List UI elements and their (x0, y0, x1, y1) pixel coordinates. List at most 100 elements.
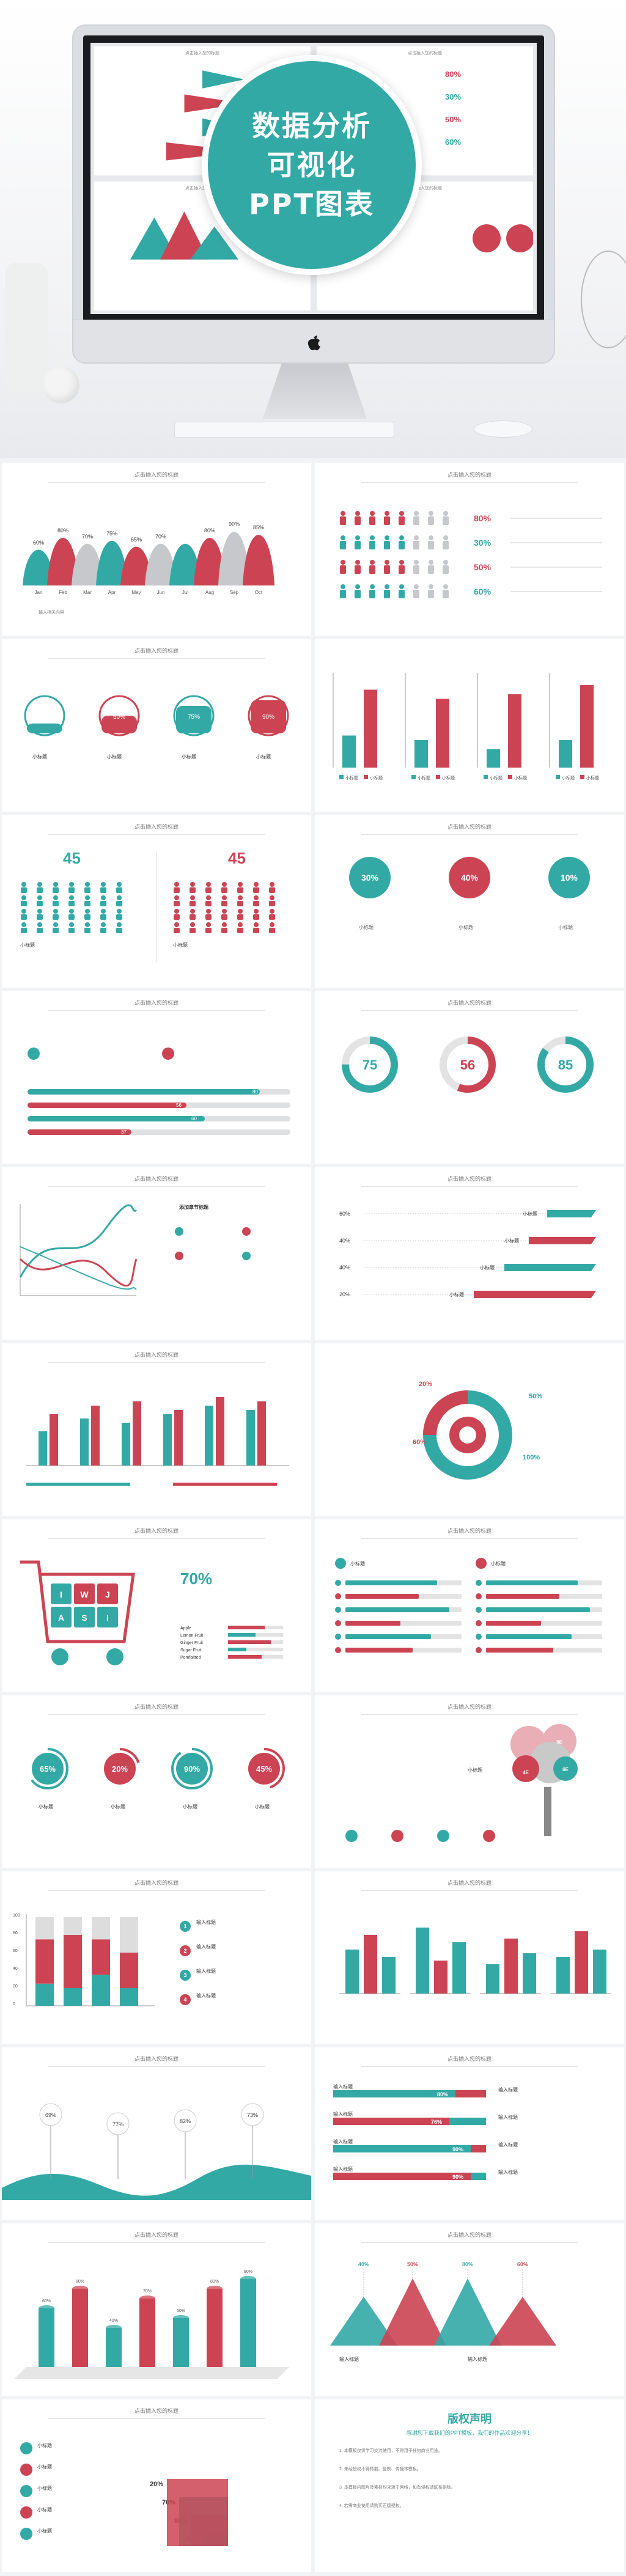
slide-double-progress[interactable]: 点击插入您的标题 小标题 小标题 (313, 1517, 626, 1693)
person-icon (221, 887, 227, 893)
slide-copyright[interactable]: 版权声明 感谢您下载我们的PPT模板，我们的作品欢迎分享！ 1. 本模板仅供学习… (313, 2398, 626, 2574)
person-icon (190, 887, 196, 893)
person-icon (399, 511, 404, 516)
data-label: 75% (106, 530, 117, 537)
bar-mark (92, 1975, 110, 2006)
bar-mark (559, 740, 572, 768)
box-letter: S (81, 1613, 87, 1623)
slide-title: 点击插入您的标题 (2, 1879, 311, 1891)
percent-label: 30% (39, 714, 51, 721)
sub-label: 小标题 (37, 2506, 52, 2512)
person-icon (370, 511, 375, 516)
person-icon (21, 887, 27, 893)
person-icon (100, 901, 106, 906)
slide-column-groups[interactable]: 点击插入您的标题 (313, 1870, 626, 2046)
person-icon (429, 560, 433, 565)
person-icon (69, 922, 74, 927)
wave-chart: 69% 77% 82% 73% (2, 2103, 311, 2200)
slide-gauge[interactable]: 20% 50% 60% 100% (313, 1341, 626, 1517)
bar-rest (64, 1917, 82, 1935)
data-label: 65% (131, 537, 142, 543)
percent-label: 40% (109, 2319, 118, 2323)
slide-line-chart[interactable]: 点击插入您的标题 添加章节标题 (0, 1165, 313, 1341)
person-icon (428, 541, 434, 549)
bar-mark (50, 1414, 58, 1466)
slide-hbars[interactable]: 点击插入您的标题 输入标题 80% 输入标题 输入标题 76% 输入标题 输入标题 90% 输入… (313, 2046, 626, 2222)
person-icon (270, 882, 274, 887)
person-icon (101, 922, 106, 927)
person-icon (21, 928, 27, 933)
legend-label: 小标题 (586, 775, 599, 780)
step-number: 3 (183, 1972, 186, 1978)
percent-label: 69% (45, 2112, 56, 2118)
person-icon (174, 887, 180, 893)
person-icon (385, 584, 389, 589)
bar-title: 输入标题 (468, 2356, 487, 2362)
donut-rings: 75 56 85 (342, 1037, 594, 1093)
slide-people-rows[interactable]: 点击插入您的标题 80% 30% 50% 60% (313, 461, 626, 637)
slide-tree[interactable]: 点击插入您的标题 4E 5E 6E 小标题 (313, 1693, 626, 1870)
bar-mark (504, 1939, 518, 1994)
bar-mark (80, 1418, 89, 1466)
slide-four-rings[interactable]: 点击插入您的标题 65% 小标题 20% 小标题 90% 小标题 45% 小标题 (0, 1693, 313, 1870)
cylinder-chart: 60% 80% 40% 70% 50% 80% 90% (14, 2270, 289, 2379)
fill-circles: 30% 小标题 50% 小标题 75% 小标题 90% 小标题 (24, 695, 289, 760)
slide-fill-circles[interactable]: 点击插入您的标题 30% 小标题 50% 小标题 75% 小标题 90% 小标题 (0, 637, 313, 813)
legend-label: 小标题 (370, 775, 383, 780)
slide-grouped-columns[interactable]: 点击插入您的标题 (0, 1341, 313, 1517)
cylinder (173, 2318, 189, 2367)
slide-stacked-columns[interactable]: 点击插入您的标题 100 80 60 40 20 0 1 输入标题 2 输入标题 3 输入标题 4 输入标… (0, 1870, 313, 2046)
copyright-subtitle: 感谢您下载我们的PPT模板，我们的作品欢迎分享！ (406, 2430, 533, 2436)
tick-label: Jul (182, 590, 188, 595)
person-icon (53, 909, 58, 914)
person-icon (206, 922, 211, 927)
slide-wave[interactable]: 点击插入您的标题 69% 77% 82% 73% (0, 2046, 313, 2222)
slide-progress-bars[interactable]: 点击插入您的标题 80 56 60 37 (0, 989, 313, 1165)
sub-label: 小标题 (39, 1804, 53, 1810)
icon-circle-percent: 10% (548, 857, 590, 898)
person-icon (238, 895, 243, 900)
slide-title: 点击插入您的标题 (2, 1351, 311, 1363)
bar-mark (92, 1939, 110, 1975)
slide-icon-circles[interactable]: 点击插入您的标题 30% 40% 10% 小标题 小标题 小标题 (313, 813, 626, 989)
mini-percent: 80% (445, 70, 462, 79)
slide-title: 点击插入您的标题 (2, 999, 311, 1011)
slide-steps[interactable]: 点击插入您的标题 小标题小标题小标题小标题小标题90%80%70%20% (0, 2398, 313, 2574)
person-icon (429, 511, 433, 516)
row-bar (486, 1634, 572, 1639)
sub-label: 小标题 (37, 2442, 52, 2448)
row-icon (476, 1580, 482, 1586)
person-icon (117, 922, 122, 927)
person-icon (384, 565, 390, 574)
slide-title: 点击插入您的标题 (315, 2231, 624, 2243)
slide-cart[interactable]: 点击插入您的标题 I W J A S I Apple Lemon Fruit Ginger Fr… (0, 1517, 313, 1693)
row-bar (486, 1594, 559, 1599)
row-bar (486, 1621, 541, 1626)
slide-arrow-bars[interactable]: 点击插入您的标题 60% 小标题 40% 小标题 40% 小标题 20% 小标题 (313, 1165, 626, 1341)
box-letter: W (80, 1590, 89, 1599)
legend-swatch (556, 775, 560, 779)
person-icon (443, 584, 448, 589)
arrow-bar (529, 1237, 596, 1244)
percent-label: 60% (339, 1211, 350, 1217)
data-label: 90% (229, 521, 240, 527)
person-icon (21, 882, 26, 887)
slide-cylinders[interactable]: 点击插入您的标题 60% 80% 40% 70% 50% 80% 90% (0, 2222, 313, 2398)
person-icon (270, 922, 274, 927)
cylinder-top (72, 2286, 88, 2292)
slide-mountain-chart[interactable]: 点击插入您的标题 60% Jan 80% Feb 70% Mar 75% Apr 65% May 7… (0, 461, 313, 637)
slide-gender[interactable]: 点击插入您的标题 45 45 小标题 小标题 (0, 813, 313, 989)
progress-bar (28, 1129, 131, 1135)
percent-label: 40% (339, 1264, 350, 1271)
slide-donut-rings[interactable]: 点击插入您的标题 75 56 85 (313, 989, 626, 1165)
bar-mark (120, 1953, 138, 1988)
person-icon (429, 584, 433, 589)
person-icon (414, 584, 419, 589)
bar-title: 输入标题 (498, 2169, 518, 2175)
person-icon (174, 909, 179, 914)
person-icon (413, 541, 419, 549)
bar-mark (523, 1953, 536, 1994)
keyboard (174, 422, 394, 438)
slide-bar-pairs[interactable]: 小标题 小标题 小标题 小标题 小标题 小标题 小标题 小标题 (313, 637, 626, 813)
slide-peaks[interactable]: 点击插入您的标题 40% 50% 80% 60% 输入标题 输入标题 (313, 2222, 626, 2398)
